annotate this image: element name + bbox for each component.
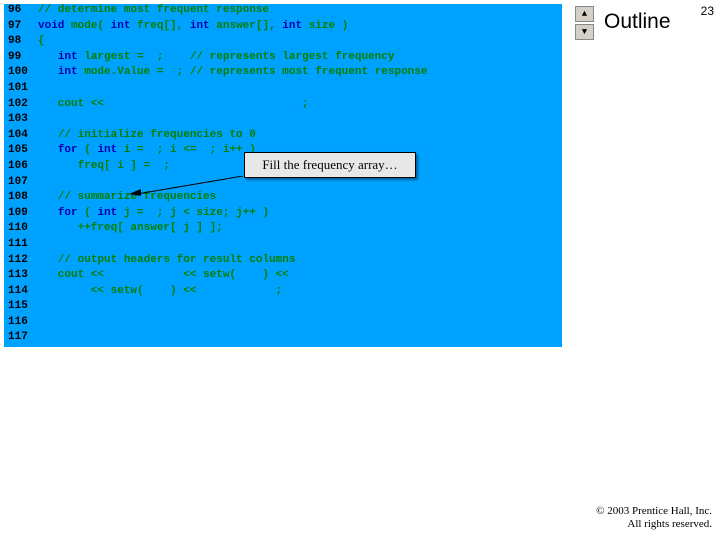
- line-number: 105: [4, 144, 38, 156]
- code-line: 102 cout << ;: [4, 98, 562, 114]
- code-text: cout << ;: [38, 98, 309, 110]
- code-text: << setw( ) << ;: [38, 285, 282, 297]
- copyright: © 2003 Prentice Hall, Inc. All rights re…: [596, 505, 712, 533]
- line-number: 96: [4, 4, 38, 16]
- code-text: for ( int j = ; j < size; j++ ): [38, 207, 269, 219]
- line-number: 109: [4, 207, 38, 219]
- code-text: freq[ i ] = ;: [38, 160, 170, 172]
- line-number: 115: [4, 300, 38, 312]
- line-number: 113: [4, 269, 38, 281]
- code-line: 100 int mode.Value = ; // represents mos…: [4, 66, 562, 82]
- line-number: 100: [4, 66, 38, 78]
- line-number: 108: [4, 191, 38, 203]
- line-number: 106: [4, 160, 38, 172]
- code-line: 115: [4, 300, 562, 316]
- copyright-line1: © 2003 Prentice Hall, Inc.: [596, 505, 712, 519]
- right-column: ▲ ▼ Outline 23: [566, 0, 720, 540]
- outline-title: Outline: [604, 10, 671, 34]
- code-text: int mode.Value = ; // represents most fr…: [38, 66, 427, 78]
- line-number: 117: [4, 331, 38, 343]
- code-line: 114 << setw( ) << ;: [4, 285, 562, 301]
- line-number: 111: [4, 238, 38, 250]
- line-number: 98: [4, 35, 38, 47]
- code-text: {: [38, 35, 45, 47]
- code-text: ++freq[ answer[ j ] ];: [38, 222, 223, 234]
- code-line: 101: [4, 82, 562, 98]
- copyright-line2: All rights reserved.: [596, 518, 712, 532]
- outline-down-button[interactable]: ▼: [575, 24, 594, 40]
- code-text: // output headers for result columns: [38, 254, 295, 266]
- code-line: 103: [4, 113, 562, 129]
- code-line: 97void mode( int freq[], int answer[], i…: [4, 20, 562, 36]
- slide-number: 23: [701, 4, 714, 18]
- code-text: int largest = ; // represents largest fr…: [38, 51, 394, 63]
- code-text: // summarize frequencies: [38, 191, 216, 203]
- outline-nav-buttons: ▲ ▼: [575, 6, 594, 40]
- code-text: cout << << setw( ) <<: [38, 269, 289, 281]
- line-number: 103: [4, 113, 38, 125]
- code-line: 108 // summarize frequencies: [4, 191, 562, 207]
- code-line: 104 // initialize frequencies to 0: [4, 129, 562, 145]
- line-number: 107: [4, 176, 38, 188]
- line-number: 114: [4, 285, 38, 297]
- code-text: // initialize frequencies to 0: [38, 129, 256, 141]
- line-number: 104: [4, 129, 38, 141]
- code-line: 98{: [4, 35, 562, 51]
- annotation-box: Fill the frequency array…: [244, 152, 416, 178]
- code-line: 99 int largest = ; // represents largest…: [4, 51, 562, 67]
- line-number: 99: [4, 51, 38, 63]
- code-line: 116: [4, 316, 562, 332]
- code-line: 117: [4, 331, 562, 347]
- code-line: 112 // output headers for result columns: [4, 254, 562, 270]
- code-text: // determine most frequent response: [38, 4, 269, 16]
- code-text: for ( int i = ; i <= ; i++ ): [38, 144, 256, 156]
- code-line: 111: [4, 238, 562, 254]
- line-number: 102: [4, 98, 38, 110]
- code-line: 110 ++freq[ answer[ j ] ];: [4, 222, 562, 238]
- outline-up-button[interactable]: ▲: [575, 6, 594, 22]
- line-number: 116: [4, 316, 38, 328]
- line-number: 112: [4, 254, 38, 266]
- annotation-text: Fill the frequency array…: [262, 157, 397, 173]
- code-line: 113 cout << << setw( ) <<: [4, 269, 562, 285]
- line-number: 97: [4, 20, 38, 32]
- code-text: void mode( int freq[], int answer[], int…: [38, 20, 348, 32]
- code-line: 109 for ( int j = ; j < size; j++ ): [4, 207, 562, 223]
- line-number: 101: [4, 82, 38, 94]
- code-line: 96// determine most frequent response: [4, 4, 562, 20]
- line-number: 110: [4, 222, 38, 234]
